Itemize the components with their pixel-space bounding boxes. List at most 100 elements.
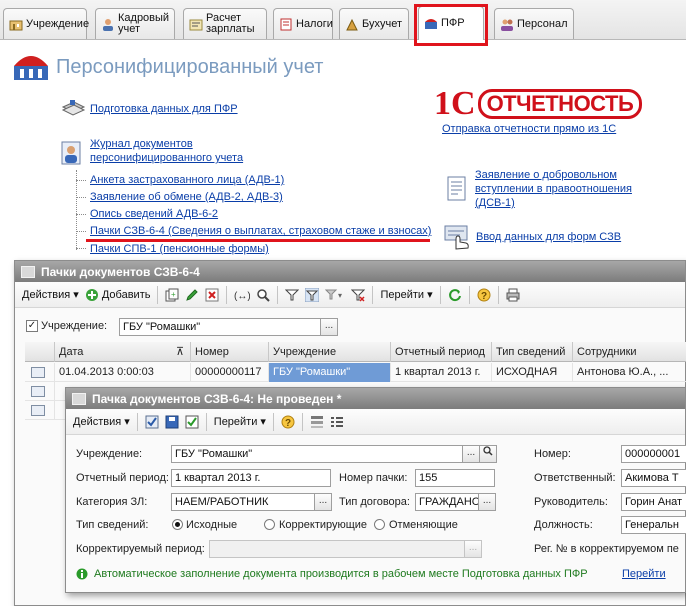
responsible-label: Ответственный: [534, 472, 616, 484]
dsv1-link-line-3[interactable]: (ДСВ-1) [475, 197, 515, 209]
institution-select-button[interactable]: ... [462, 445, 480, 463]
tab-label: Налоги [296, 17, 333, 30]
tab-institution[interactable]: Учреждение [3, 8, 89, 39]
responsible-input[interactable]: Акимова Т [621, 469, 686, 487]
accounting-icon [346, 18, 358, 30]
tab-payroll[interactable]: Расчет зарплаты [183, 8, 267, 39]
dsv1-link-line-2[interactable]: вступлении в правоотношения [475, 183, 632, 195]
column-header-number[interactable]: Номер [191, 342, 269, 362]
position-input[interactable]: Генеральн [621, 516, 686, 534]
category-label: Категория ЗЛ: [76, 496, 148, 508]
actions-menu-button[interactable]: Действия ▾ [70, 412, 133, 432]
post-button[interactable] [182, 412, 202, 432]
autofill-goto-link[interactable]: Перейти [622, 568, 666, 580]
adv1-link[interactable]: Анкета застрахованного лица (АДВ-1) [90, 174, 284, 186]
delete-icon [205, 288, 219, 301]
tab-staff[interactable]: Персонал [494, 8, 574, 39]
contract-type-input[interactable]: ГРАЖДАНС [415, 493, 479, 511]
plus-circle-icon [85, 288, 98, 301]
adv62-link[interactable]: Опись сведений АДВ-6-2 [90, 208, 218, 220]
list-settings-button[interactable] [327, 412, 347, 432]
contract-type-label: Тип договора: [339, 496, 410, 508]
reg-number-label: Рег. № в корректируемом пе [534, 543, 679, 555]
column-header-icon [25, 342, 55, 362]
corrected-period-select-button[interactable]: ... [464, 540, 482, 558]
institution-filter-select-button[interactable]: ... [320, 318, 338, 336]
print-button[interactable] [503, 285, 523, 305]
radio-initial[interactable] [172, 519, 183, 530]
interval-arrows-icon: (↔) [234, 291, 250, 302]
interval-button[interactable]: (↔) [231, 285, 253, 305]
save-button[interactable] [162, 412, 182, 432]
institution-filter-input[interactable]: ГБУ "Ромашки" [119, 318, 321, 336]
svg-text:(↔): (↔) [234, 291, 250, 302]
toolbar-separator [301, 412, 303, 431]
filter-by-value-button[interactable] [302, 285, 322, 305]
adv2-link[interactable]: Заявление об обмене (АДВ-2, АДВ-3) [90, 191, 283, 203]
tab-personnel-records[interactable]: Кадровый учет [95, 8, 175, 39]
table-header: Дата ⊼ Номер Учреждение Отчетный период Т… [25, 342, 686, 362]
journal-link-line-2[interactable]: персонифицированного учета [90, 152, 243, 164]
column-header-period[interactable]: Отчетный период [391, 342, 492, 362]
stack-of-papers-icon [61, 100, 86, 116]
radio-corrective[interactable] [264, 519, 275, 530]
window-title-bar: Пачка документов СЗВ-6-4: Не проведен * [66, 388, 685, 409]
window-title-bar: Пачки документов СЗВ-6-4 [15, 261, 685, 282]
column-header-date[interactable]: Дата ⊼ [55, 342, 191, 362]
actions-menu-button[interactable]: Действия ▾ [19, 285, 82, 305]
institution-filter-label: Учреждение: [41, 320, 108, 332]
search-icon [257, 288, 271, 302]
save-icon [165, 415, 179, 428]
prep-data-link[interactable]: Подготовка данных для ПФР [90, 103, 238, 115]
category-input[interactable]: НАЕМ/РАБОТНИК [171, 493, 315, 511]
institution-filter-checkbox[interactable]: ✓ [26, 320, 38, 332]
goto-menu-button[interactable]: Перейти ▾ [211, 412, 269, 432]
table-row[interactable]: 01.04.2013 0:00:03 00000000117 ГБУ "Рома… [25, 363, 686, 382]
corrected-period-input[interactable] [209, 540, 465, 558]
institution-search-button[interactable] [479, 445, 497, 463]
column-header-info-type[interactable]: Тип сведений [492, 342, 573, 362]
period-input[interactable]: 1 квартал 2013 г. [171, 469, 331, 487]
contract-type-select-button[interactable]: ... [478, 493, 496, 511]
szv64-document-window: Пачка документов СЗВ-6-4: Не проведен * … [65, 387, 686, 593]
spv1-link[interactable]: Пачки СПВ-1 (пенсионные формы) [90, 243, 269, 255]
head-input[interactable]: Горин Анат [621, 493, 686, 511]
add-button[interactable]: Добавить [82, 285, 154, 305]
person-document-icon [61, 141, 81, 165]
tab-label: Расчет зарплаты [206, 12, 255, 35]
find-button[interactable] [253, 285, 273, 305]
help-button[interactable]: ? [278, 412, 298, 432]
copy-button[interactable]: + [162, 285, 182, 305]
number-input[interactable]: 000000001 [621, 445, 686, 463]
radio-cancel[interactable] [374, 519, 385, 530]
edit-button[interactable] [182, 285, 202, 305]
structure-button[interactable] [307, 412, 327, 432]
filter-icon [285, 289, 300, 300]
tab-accounting[interactable]: Бухучет [339, 8, 409, 39]
info-type-label: Тип сведений: [76, 519, 149, 531]
szv-input-link[interactable]: Ввод данных для форм СЗВ [476, 231, 621, 243]
column-header-employees[interactable]: Сотрудники [573, 342, 686, 362]
list-settings-icon [330, 416, 343, 427]
filter-history-button[interactable]: ▾ [322, 285, 348, 305]
autofill-info-text: Автоматическое заполнение документа прои… [94, 568, 588, 580]
tree-branch [76, 214, 86, 215]
filter-settings-button[interactable] [282, 285, 302, 305]
category-select-button[interactable]: ... [314, 493, 332, 511]
clear-filter-button[interactable] [348, 285, 368, 305]
post-and-close-button[interactable] [142, 412, 162, 432]
list-toolbar: Действия ▾ Добавить + (↔) ▾ Перейти ▾ ? [15, 282, 685, 308]
institution-input[interactable]: ГБУ "Ромашки" [171, 445, 463, 463]
goto-menu-button[interactable]: Перейти ▾ [377, 285, 435, 305]
refresh-button[interactable] [445, 285, 465, 305]
svg-text:?: ? [481, 291, 487, 302]
journal-link-line-1[interactable]: Журнал документов [90, 138, 193, 150]
pack-number-input[interactable]: 155 [415, 469, 495, 487]
tab-taxes[interactable]: Налоги [273, 8, 333, 39]
reporting-link[interactable]: Отправка отчетности прямо из 1С [442, 123, 616, 135]
delete-button[interactable] [202, 285, 222, 305]
column-header-institution[interactable]: Учреждение [269, 342, 391, 362]
help-button[interactable]: ? [474, 285, 494, 305]
dsv1-link-line-1[interactable]: Заявление о добровольном [475, 169, 617, 181]
szv64-link[interactable]: Пачки СЗВ-6-4 (Сведения о выплатах, стра… [90, 225, 431, 237]
